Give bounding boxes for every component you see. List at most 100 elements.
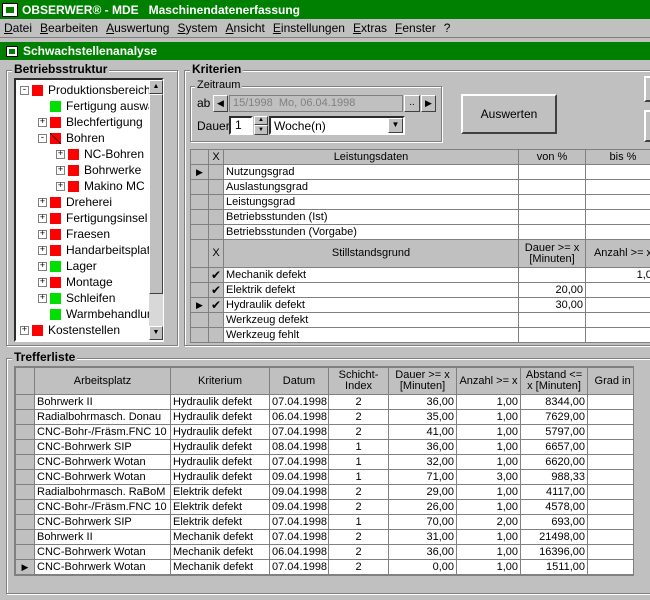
dauer-spinner[interactable]: ▲ ▼	[254, 116, 268, 135]
abstand-cell[interactable]: 16396,00	[520, 544, 588, 560]
auswerten-button[interactable]: Auswerten	[461, 94, 557, 134]
anzahl-cell[interactable]: 1,00	[456, 559, 521, 575]
stillstandsgrund-header[interactable]: Stillstandsgrund	[223, 239, 519, 268]
dauer-cell[interactable]: 35,00	[388, 409, 457, 425]
tree-node[interactable]: + Handarbeitsplatz	[38, 242, 156, 258]
datum-cell[interactable]: 06.04.1998	[269, 409, 329, 425]
schicht-index-cell[interactable]: 2	[328, 394, 389, 410]
checkmark-icon[interactable]: ✔	[208, 282, 224, 298]
leistung-label-cell[interactable]: Auslastungsgrad	[223, 179, 519, 195]
table-row[interactable]: CNC-Bohr-/Fräsm.FNC 10 Elektrik defekt 09.…	[15, 499, 633, 515]
tree-node[interactable]: + Dreherei	[38, 194, 112, 210]
anzahl-cell[interactable]: 1,00	[456, 484, 521, 500]
stillstand-label-cell[interactable]: Hydraulik defekt	[223, 297, 519, 313]
abstand-cell[interactable]: 693,00	[520, 514, 588, 530]
side-button-2[interactable]	[644, 110, 650, 142]
checkmark-icon[interactable]: ✔	[208, 297, 224, 313]
tree-node[interactable]: + Lager	[38, 258, 97, 274]
structure-tree[interactable]: - Produktionsbereiche Fertigung auswa + Blec…	[14, 78, 164, 342]
tree-node[interactable]: + Schleifen	[38, 290, 115, 306]
tree-node[interactable]: + Bohrwerke	[56, 162, 141, 178]
abstand-header[interactable]: Abstand <= x [Minuten]	[520, 367, 588, 395]
kriterium-cell[interactable]: Elektrik defekt	[170, 499, 270, 515]
table-row[interactable]: Bohrwerk II Mechanik defekt 07.04.1998 2 31,…	[15, 529, 633, 545]
row-checkbox[interactable]	[208, 179, 224, 195]
bis-cell[interactable]	[585, 194, 650, 210]
schicht-index-cell[interactable]: 1	[328, 469, 389, 485]
von-header[interactable]: von %	[518, 149, 586, 165]
tree-node[interactable]: + Blechfertigung	[38, 114, 143, 130]
kriterium-cell[interactable]: Hydraulik defekt	[170, 439, 270, 455]
arbeitsplatz-header[interactable]: Arbeitsplatz	[34, 367, 171, 395]
datum-cell[interactable]: 07.04.1998	[269, 394, 329, 410]
kriterium-cell[interactable]: Mechanik defekt	[170, 559, 270, 575]
arbeitsplatz-cell[interactable]: CNC-Bohrwerk Wotan	[34, 544, 171, 560]
grad-cell[interactable]	[587, 439, 633, 455]
bis-cell[interactable]	[585, 164, 650, 180]
bis-cell[interactable]	[585, 209, 650, 225]
dauer-header[interactable]: Dauer >= x [Minuten]	[518, 239, 586, 268]
expand-icon[interactable]: +	[56, 149, 65, 159]
abstand-cell[interactable]: 21498,00	[520, 529, 588, 545]
schicht-index-cell[interactable]: 2	[328, 559, 389, 575]
stillstand-label-cell[interactable]: Werkzeug fehlt	[223, 327, 519, 343]
dauer-cell[interactable]: 0,00	[388, 559, 457, 575]
stillstand-grid[interactable]: X Stillstandsgrund Dauer >= x [Minuten] …	[190, 239, 650, 343]
schicht-index-cell[interactable]: 2	[328, 484, 389, 500]
leistung-label-cell[interactable]: Betriebsstunden (Vorgabe)	[223, 224, 519, 239]
stillstand-label-cell[interactable]: Mechanik defekt	[223, 267, 519, 283]
schicht-index-cell[interactable]: 1	[328, 454, 389, 470]
tree-node[interactable]: + Montage	[38, 274, 113, 290]
schicht-index-cell[interactable]: 2	[328, 544, 389, 560]
schicht-index-cell[interactable]: 2	[328, 499, 389, 515]
bis-cell[interactable]	[585, 179, 650, 195]
abstand-cell[interactable]: 6620,00	[520, 454, 588, 470]
dauer-cell[interactable]	[518, 327, 586, 343]
datum-cell[interactable]: 07.04.1998	[269, 454, 329, 470]
kriterium-header[interactable]: Kriterium	[170, 367, 270, 395]
trefferliste-vscroll[interactable]	[634, 366, 650, 576]
row-checkbox[interactable]	[208, 209, 224, 225]
tree-node[interactable]: + Fraesen	[38, 226, 110, 242]
table-row[interactable]: Radialbohrmasch. RaBoM Elektrik defekt 09.…	[15, 484, 633, 500]
schicht-index-cell[interactable]: 1	[328, 514, 389, 530]
table-row[interactable]: Werkzeug defekt	[190, 312, 650, 328]
date-picker-button[interactable]: ..	[404, 95, 420, 112]
von-cell[interactable]	[518, 164, 586, 180]
leistung-label-cell[interactable]: Betriebsstunden (Ist)	[223, 209, 519, 225]
spin-up-icon[interactable]: ▲	[254, 116, 268, 125]
anzahl-cell[interactable]: 1,00	[456, 544, 521, 560]
arbeitsplatz-cell[interactable]: CNC-Bohrwerk SIP	[34, 514, 171, 530]
expand-icon[interactable]: +	[38, 277, 47, 287]
anzahl-header[interactable]: Anzahl >= x	[585, 239, 650, 268]
arbeitsplatz-cell[interactable]: CNC-Bohrwerk Wotan	[34, 469, 171, 485]
grad-cell[interactable]	[587, 544, 633, 560]
dauer-cell[interactable]: 36,00	[388, 544, 457, 560]
table-row[interactable]: Werkzeug fehlt	[190, 327, 650, 343]
expand-icon[interactable]: +	[38, 117, 47, 127]
expand-icon[interactable]: +	[56, 165, 65, 175]
arbeitsplatz-cell[interactable]: Radialbohrmasch. RaBoM	[34, 484, 171, 500]
leistungsdaten-header[interactable]: Leistungsdaten	[223, 149, 519, 165]
kriterium-cell[interactable]: Hydraulik defekt	[170, 424, 270, 440]
grad-cell[interactable]	[587, 499, 633, 515]
expand-icon[interactable]: +	[38, 197, 47, 207]
row-checkbox[interactable]	[208, 164, 224, 180]
table-row[interactable]: CNC-Bohrwerk Wotan Mechanik defekt 06.04.1…	[15, 544, 633, 560]
dauer-cell[interactable]: 30,00	[518, 297, 586, 313]
dauer-cell[interactable]: 20,00	[518, 282, 586, 298]
checkmark-icon[interactable]	[208, 312, 224, 328]
table-row[interactable]: ✔Mechanik defekt 1,00	[190, 267, 650, 283]
collapse-icon[interactable]: -	[38, 133, 47, 143]
anzahl-cell[interactable]: 1,00	[456, 394, 521, 410]
table-row[interactable]: ▶ Nutzungsgrad	[190, 164, 650, 180]
abstand-cell[interactable]: 6657,00	[520, 439, 588, 455]
kriterium-cell[interactable]: Mechanik defekt	[170, 544, 270, 560]
grad-cell[interactable]	[587, 514, 633, 530]
datum-cell[interactable]: 09.04.1998	[269, 469, 329, 485]
kriterium-cell[interactable]: Elektrik defekt	[170, 514, 270, 530]
table-row[interactable]: CNC-Bohrwerk Wotan Hydraulik defekt 09.04.…	[15, 469, 633, 485]
dauer-cell[interactable]	[518, 312, 586, 328]
leistung-label-cell[interactable]: Nutzungsgrad	[223, 164, 519, 180]
kriterium-cell[interactable]: Elektrik defekt	[170, 484, 270, 500]
